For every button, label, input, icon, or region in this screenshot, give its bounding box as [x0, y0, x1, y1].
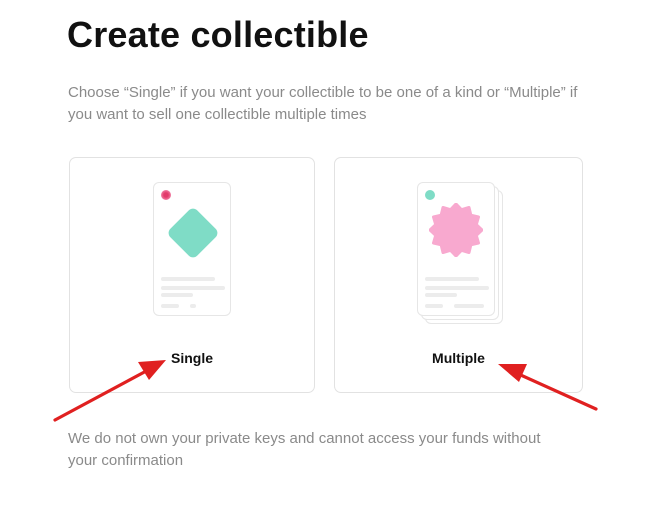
placeholder-line	[161, 286, 225, 290]
placeholder-line	[161, 304, 179, 308]
flower-shape-icon	[429, 203, 483, 257]
placeholder-line	[454, 304, 484, 308]
multiple-option-card[interactable]: Multiple	[334, 157, 583, 393]
diamond-shape-icon	[166, 206, 220, 260]
placeholder-line	[161, 277, 215, 281]
placeholder-line	[425, 277, 479, 281]
single-preview-illustration	[70, 182, 314, 322]
placeholder-line	[190, 304, 196, 308]
placeholder-line	[425, 293, 457, 297]
multiple-preview-illustration	[335, 182, 582, 324]
creator-avatar-icon	[425, 190, 435, 200]
placeholder-line	[161, 293, 193, 297]
placeholder-line	[425, 304, 443, 308]
creator-avatar-icon	[161, 190, 171, 200]
single-option-label: Single	[170, 350, 213, 366]
page-subtitle: Choose “Single” if you want your collect…	[68, 84, 578, 123]
page-title: Create collectible	[67, 14, 369, 55]
security-note: We do not own your private keys and cann…	[68, 430, 541, 469]
preview-card	[417, 182, 495, 316]
preview-card	[153, 182, 231, 316]
multiple-option-label: Multiple	[432, 350, 485, 366]
single-option-card[interactable]: Single	[69, 157, 315, 393]
placeholder-line	[425, 286, 489, 290]
